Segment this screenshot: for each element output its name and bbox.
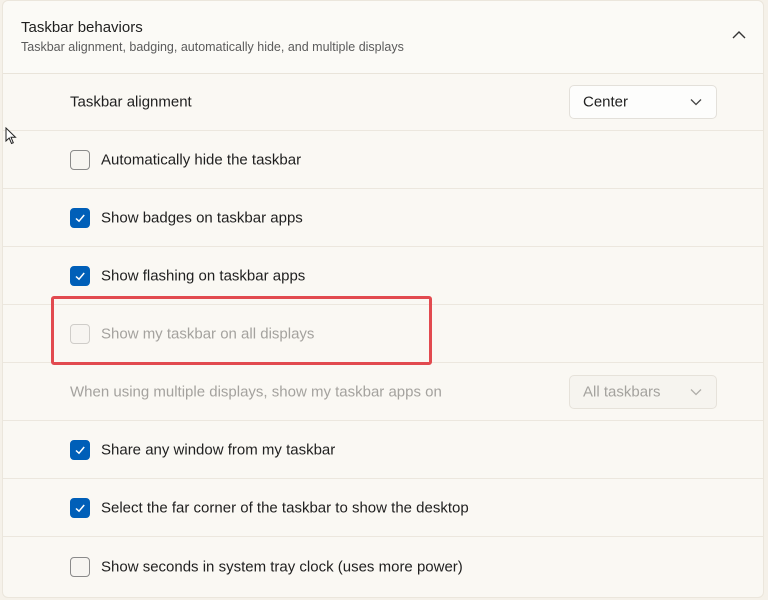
multi-display-apps-dropdown: All taskbars [569, 374, 717, 409]
chevron-up-icon[interactable] [731, 27, 747, 43]
multi-display-apps-label: When using multiple displays, show my ta… [70, 383, 442, 400]
multi-display-apps-value: All taskbars [583, 383, 661, 400]
taskbar-alignment-label: Taskbar alignment [70, 93, 192, 111]
all-displays-checkbox [70, 323, 90, 344]
share-window-checkbox[interactable] [70, 439, 90, 460]
flashing-checkbox[interactable] [70, 265, 90, 286]
row-taskbar-alignment: Taskbar alignment Center [3, 74, 763, 131]
taskbar-behaviors-panel: Taskbar behaviors Taskbar alignment, bad… [2, 0, 764, 598]
seconds-clock-label: Show seconds in system tray clock (uses … [101, 558, 463, 576]
row-seconds-clock[interactable]: Show seconds in system tray clock (uses … [3, 537, 763, 597]
far-corner-checkbox[interactable] [70, 497, 90, 518]
all-displays-label: Show my taskbar on all displays [101, 325, 315, 342]
chevron-down-icon [690, 388, 702, 395]
checkmark-icon [75, 446, 85, 454]
section-subtitle: Taskbar alignment, badging, automaticall… [21, 40, 404, 54]
section-title: Taskbar behaviors [21, 19, 143, 36]
row-far-corner[interactable]: Select the far corner of the taskbar to … [3, 479, 763, 537]
row-multi-display-apps: When using multiple displays, show my ta… [3, 363, 763, 421]
chevron-down-icon [690, 99, 702, 106]
far-corner-label: Select the far corner of the taskbar to … [101, 499, 469, 516]
checkmark-icon [75, 214, 85, 222]
row-auto-hide[interactable]: Automatically hide the taskbar [3, 131, 763, 189]
mouse-cursor-icon [5, 127, 17, 145]
auto-hide-checkbox[interactable] [70, 149, 90, 170]
flashing-label: Show flashing on taskbar apps [101, 267, 306, 284]
row-share-window[interactable]: Share any window from my taskbar [3, 421, 763, 479]
row-flashing[interactable]: Show flashing on taskbar apps [3, 247, 763, 305]
taskbar-alignment-dropdown[interactable]: Center [569, 85, 717, 119]
row-all-displays: Show my taskbar on all displays [3, 305, 763, 363]
checkmark-icon [75, 272, 85, 280]
row-badges[interactable]: Show badges on taskbar apps [3, 189, 763, 247]
badges-checkbox[interactable] [70, 207, 90, 228]
auto-hide-label: Automatically hide the taskbar [101, 151, 302, 168]
seconds-clock-checkbox[interactable] [70, 557, 90, 577]
section-header[interactable]: Taskbar behaviors Taskbar alignment, bad… [3, 1, 763, 74]
share-window-label: Share any window from my taskbar [101, 441, 336, 458]
checkmark-icon [75, 504, 85, 512]
badges-label: Show badges on taskbar apps [101, 209, 303, 226]
taskbar-alignment-value: Center [583, 93, 629, 111]
